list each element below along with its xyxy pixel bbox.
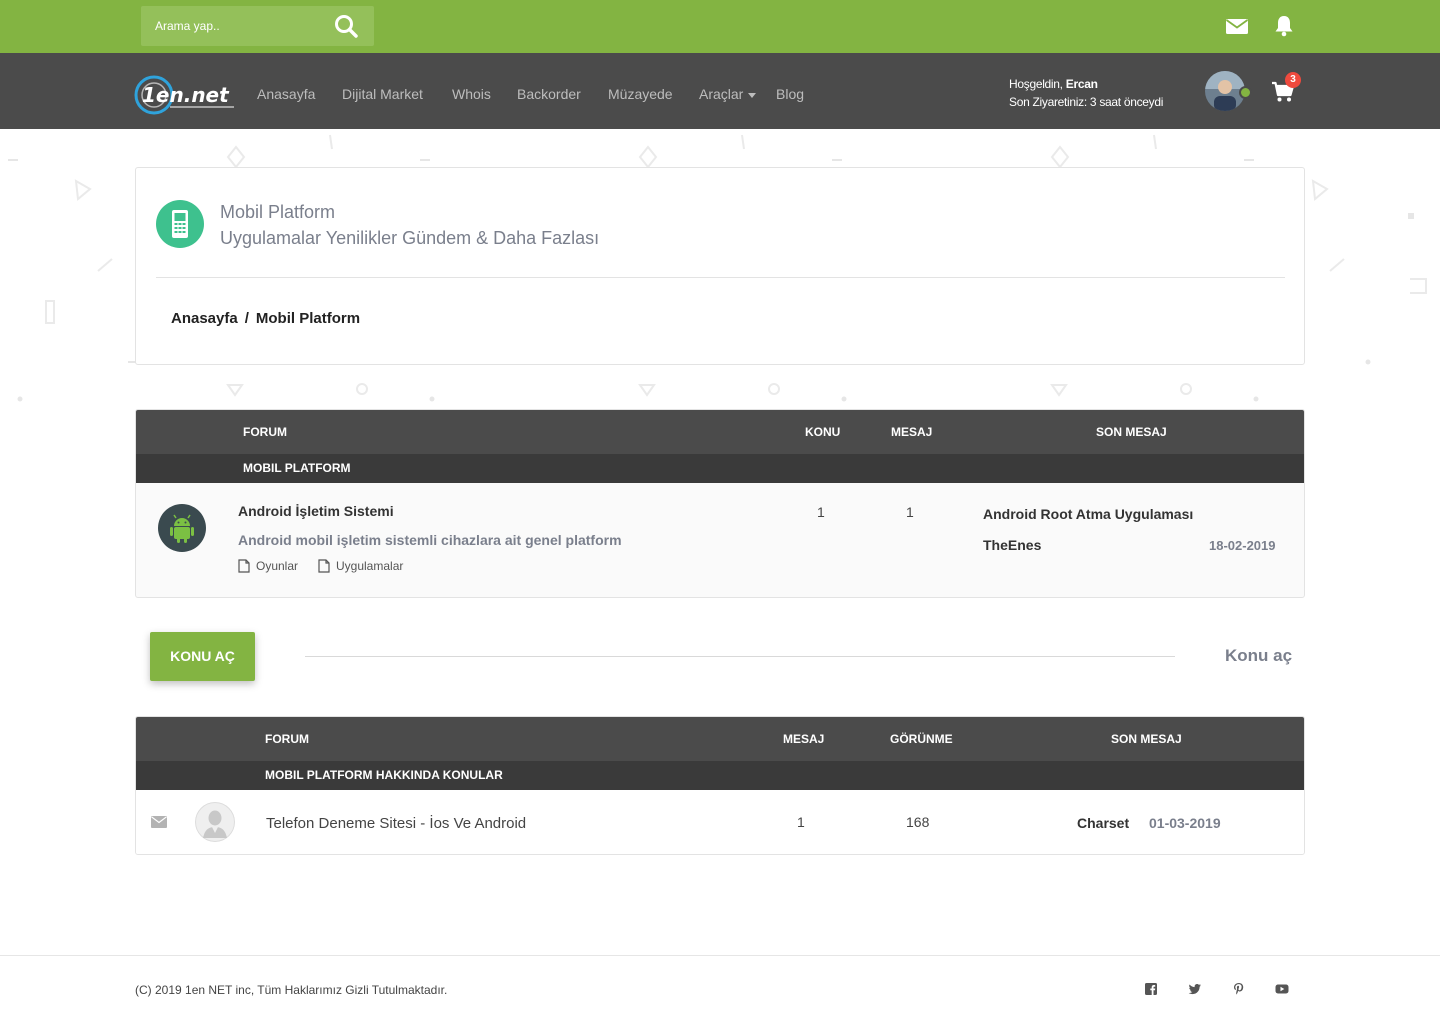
col-forum: FORUM [265,732,309,746]
col-mesaj: MESAJ [783,732,825,746]
topic-last-date: 01-03-2019 [1149,815,1221,831]
topic-view-count: 168 [906,814,930,830]
breadcrumb: Anasayfa / Mobil Platform [171,310,360,327]
pinterest-icon[interactable] [1232,982,1246,996]
facebook-icon[interactable] [1144,982,1158,996]
nav-backorder[interactable]: Backorder [517,86,581,102]
subforum-link-uygulamalar[interactable]: Uygulamalar [318,559,403,573]
message-count: 1 [906,504,914,520]
site-logo[interactable]: 1en.net [134,75,238,115]
document-icon [318,559,330,573]
col-forum: FORUM [243,425,287,439]
nav-araclar-label: Araçlar [699,86,744,102]
envelope-icon [1225,19,1249,34]
nav-muzayede[interactable]: Müzayede [608,86,673,102]
group-title: MOBIL PLATFORM [243,461,351,475]
col-konu: KONU [805,425,841,439]
online-check-icon [1239,86,1252,99]
new-topic-link[interactable]: Konu aç [1225,646,1292,666]
action-divider [305,656,1175,657]
nav-araclar[interactable]: Araçlar [699,86,757,102]
topics-group-header: MOBIL PLATFORM HAKKINDA KONULAR [136,761,1304,790]
topics-table-header: FORUM MESAJ GÖRÜNME SON MESAJ [136,717,1304,761]
breadcrumb-separator: / [244,310,249,327]
forum-title[interactable]: Android İşletim Sistemi [238,503,394,519]
page-header-card: Mobil Platform Uygulamalar Yenilikler Gü… [135,167,1305,365]
breadcrumb-home[interactable]: Anasayfa [171,310,238,327]
search-input[interactable] [155,6,325,46]
mobile-phone-icon [156,200,204,248]
top-bar [0,0,1440,53]
group-title: MOBIL PLATFORM HAKKINDA KONULAR [265,768,503,782]
greeting-prefix: Hoşgeldin, [1009,77,1066,91]
col-gorunme: GÖRÜNME [890,732,953,746]
subforum-link-oyunlar[interactable]: Oyunlar [238,559,298,573]
document-icon [238,559,250,573]
last-visit: Son Ziyaretiniz: 3 saat önceydi [1009,95,1164,109]
col-son-mesaj: SON MESAJ [1111,732,1182,746]
search-icon [335,15,358,38]
bell-icon [1275,16,1293,37]
last-post-user[interactable]: TheEnes [983,537,1041,553]
svg-text:1en.net: 1en.net [142,83,230,107]
col-mesaj: MESAJ [891,425,933,439]
nav-blog[interactable]: Blog [776,86,804,102]
footer-divider [0,955,1440,956]
copyright-text: (C) 2019 1en NET inc, Tüm Haklarımız Giz… [135,983,448,997]
android-icon [158,504,206,552]
messages-button[interactable] [1225,14,1251,38]
topic-message-count: 1 [797,814,805,830]
breadcrumb-current[interactable]: Mobil Platform [256,310,360,327]
topic-count: 1 [817,504,825,520]
forum-group-header: MOBIL PLATFORM [136,454,1304,483]
main-navbar: 1en.net Anasayfa Dijital Market Whois Ba… [0,53,1440,129]
nav-dijital-market[interactable]: Dijital Market [342,86,423,102]
search-box [141,6,374,46]
new-topic-button[interactable]: KONU AÇ [150,632,255,681]
subforum-label: Oyunlar [256,559,299,573]
cart-count-badge: 3 [1285,72,1301,88]
twitter-icon[interactable] [1188,982,1202,996]
notifications-button[interactable] [1272,14,1298,38]
page-subtitle: Uygulamalar Yenilikler Gündem & Daha Faz… [220,228,600,248]
welcome-text: Hoşgeldin, Ercan Son Ziyaretiniz: 3 saat… [1009,75,1163,111]
topic-title[interactable]: Telefon Deneme Sitesi - İos Ve Android [266,815,526,832]
user-name: Ercan [1065,77,1098,91]
forum-description: Android mobil işletim sistemli cihazlara… [238,532,622,548]
caret-down-icon [748,93,757,98]
topic-last-user[interactable]: Charset [1077,815,1129,831]
last-post-date: 18-02-2019 [1209,538,1276,553]
envelope-icon [151,815,167,828]
nav-anasayfa[interactable]: Anasayfa [257,86,315,102]
youtube-icon[interactable] [1275,982,1289,996]
header-divider [156,277,1285,278]
last-post-title[interactable]: Android Root Atma Uygulaması [983,506,1193,522]
nav-whois[interactable]: Whois [452,86,491,102]
col-son-mesaj: SON MESAJ [1096,425,1167,439]
user-avatar-placeholder [195,802,235,842]
forum-table-header: FORUM KONU MESAJ SON MESAJ [136,410,1304,454]
subforum-label: Uygulamalar [336,559,404,573]
topics-table: FORUM MESAJ GÖRÜNME SON MESAJ MOBIL PLAT… [135,716,1305,855]
page-title: Mobil Platform [220,202,336,222]
search-button[interactable] [333,13,359,39]
forum-table: FORUM KONU MESAJ SON MESAJ MOBIL PLATFOR… [135,409,1305,598]
